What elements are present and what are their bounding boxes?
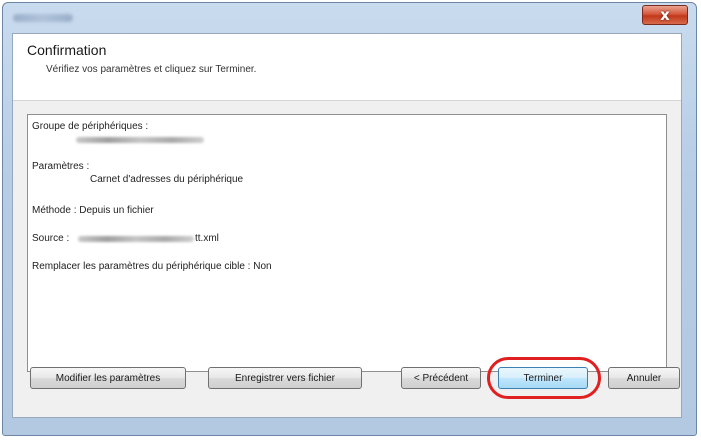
device-group-value-redacted	[76, 137, 204, 143]
source-path-redacted	[78, 236, 194, 242]
settings-label: Paramètres :	[32, 161, 90, 172]
finish-button[interactable]: Terminer	[498, 367, 588, 389]
wizard-header: Confirmation Vérifiez vos paramètres et …	[13, 34, 681, 101]
settings-value: Carnet d'adresses du périphérique	[90, 174, 244, 185]
device-group-label: Groupe de périphériques :	[32, 121, 149, 132]
save-to-file-button[interactable]: Enregistrer vers fichier	[208, 367, 362, 389]
close-button[interactable]: x	[642, 5, 688, 25]
source-label: Source :	[32, 233, 70, 244]
previous-button[interactable]: < Précédent	[401, 367, 481, 389]
cancel-button[interactable]: Annuler	[608, 367, 680, 389]
close-icon: x	[660, 5, 670, 24]
method-line: Méthode : Depuis un fichier	[32, 205, 154, 216]
window-title-redacted	[13, 14, 73, 22]
page-subtitle: Vérifiez vos paramètres et cliquez sur T…	[46, 64, 257, 75]
replace-settings-line: Remplacer les paramètres du périphérique…	[32, 261, 272, 272]
source-file-suffix: tt.xml	[195, 233, 219, 244]
page-title: Confirmation	[27, 42, 107, 58]
title-bar[interactable]: x	[3, 3, 696, 35]
wizard-content: Confirmation Vérifiez vos paramètres et …	[12, 33, 682, 418]
summary-panel[interactable]: Groupe de périphériques : Paramètres : C…	[27, 114, 667, 372]
modify-settings-button[interactable]: Modifier les paramètres	[30, 367, 186, 389]
